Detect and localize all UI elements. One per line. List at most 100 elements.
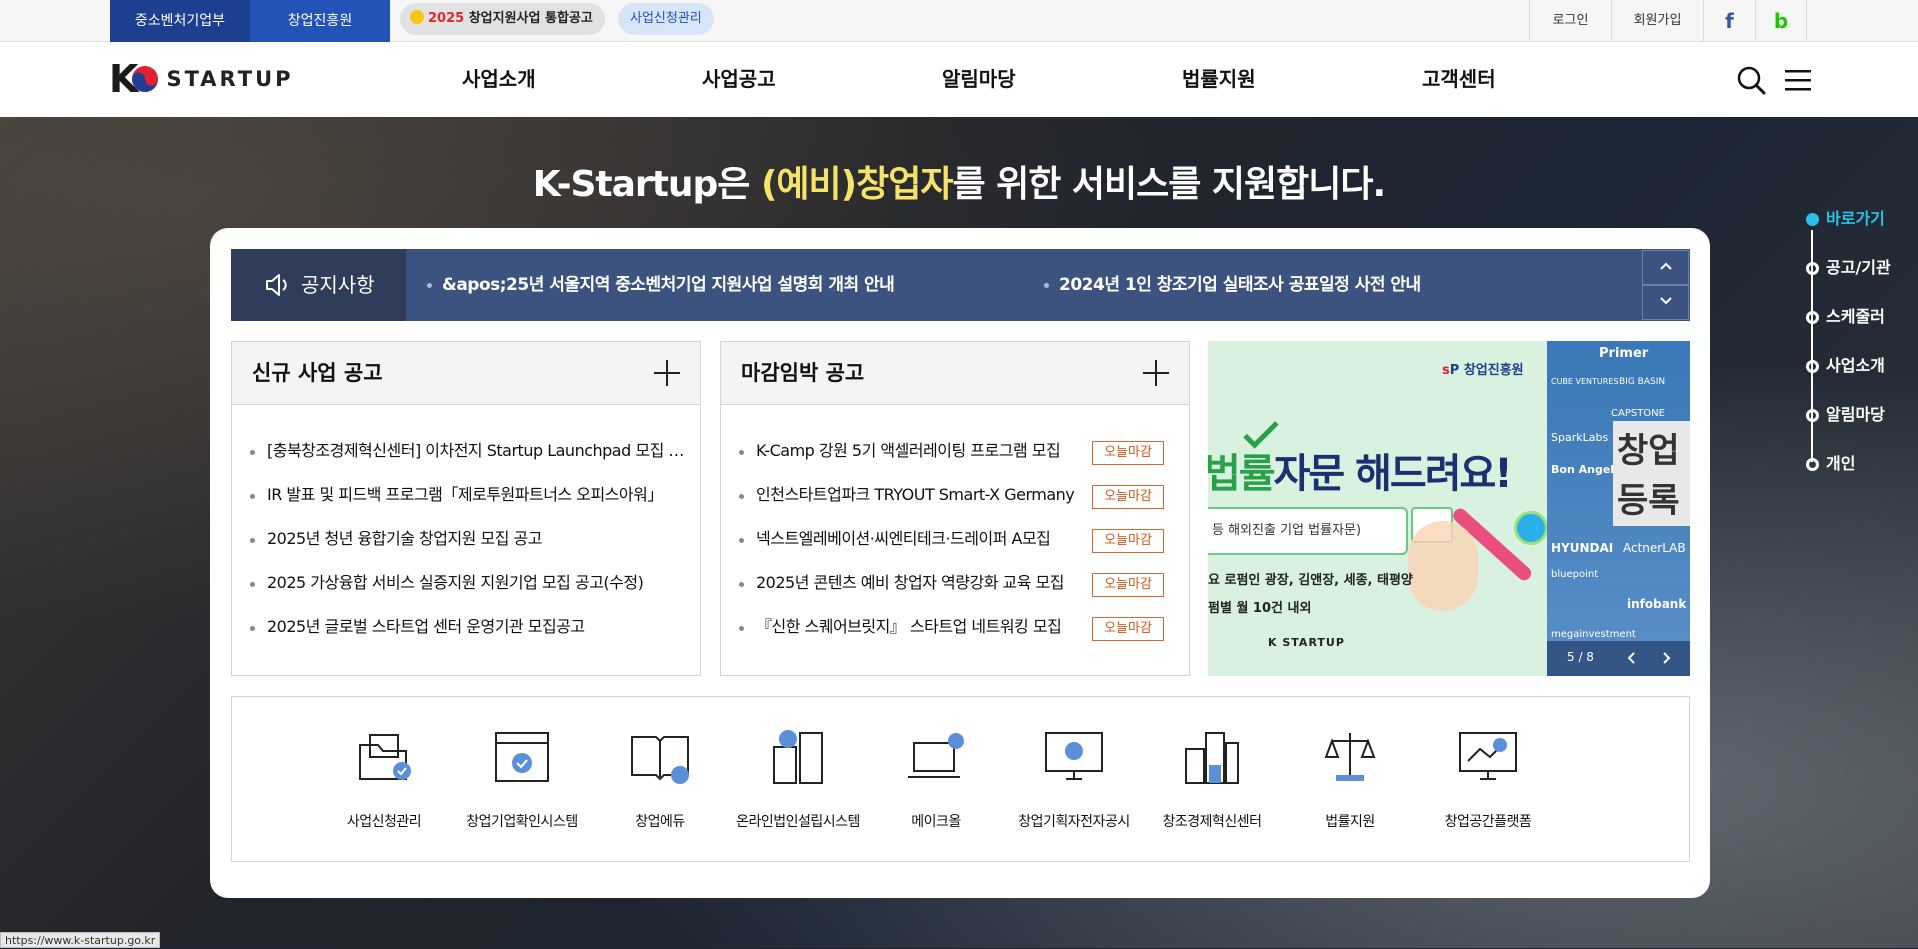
new-post-item[interactable]: 2025년 글로벌 스타트업 센터 운영기관 모집공고 xyxy=(267,605,687,649)
banner-sub: 등 해외진출 기업 법률자문) xyxy=(1212,523,1362,538)
mss-link[interactable]: 중소벤처기업부 xyxy=(110,0,250,42)
service-edu[interactable]: 창업에듀 xyxy=(590,727,730,837)
login-link[interactable]: 로그인 xyxy=(1529,0,1611,42)
partner-logo: Bon Angels xyxy=(1551,463,1621,476)
quick-label: 바로가기 xyxy=(1826,209,1885,228)
service-startup-confirm[interactable]: 창업기업확인시스템 xyxy=(452,727,592,837)
quick-notice-agency[interactable]: 공고/기관 xyxy=(1800,254,1891,282)
deadline-badge: 오늘마감 xyxy=(1092,529,1164,553)
notice-item[interactable]: 2024년 1인 창조기업 실태조사 공표일정 사전 안내 xyxy=(1059,249,1421,321)
banner-headline-b: 자문 해드려요! xyxy=(1273,451,1513,497)
service-planner-disclosure[interactable]: 창업기획자전자공시 xyxy=(1004,727,1144,837)
new-post-item[interactable]: IR 발표 및 피드백 프로그램「제로투원파트너스 오피스아워」 xyxy=(267,473,672,517)
service-apply-mgmt[interactable]: 사업신청관리 xyxy=(314,727,454,837)
service-online-corp[interactable]: 온라인법인설립시스템 xyxy=(728,727,868,837)
deadline-badge: 오늘마감 xyxy=(1092,617,1164,641)
notice-bar: 공지사항 &apos;25년 서울지역 중소벤처기업 지원사업 설명회 개최 안… xyxy=(231,249,1690,321)
menu-business-intro[interactable]: 사업소개 xyxy=(462,42,536,117)
quick-label: 알림마당 xyxy=(1826,405,1885,424)
partner-logo: BIG BASIN xyxy=(1619,377,1666,387)
kstartup-logo[interactable]: K STARTUP xyxy=(109,56,294,102)
monitor-map-icon xyxy=(1459,732,1517,780)
service-label: 법률지원 xyxy=(1325,814,1375,830)
bullet xyxy=(739,494,744,499)
menu-legal-support[interactable]: 법률지원 xyxy=(1182,42,1256,117)
deadline-post-item[interactable]: 2025년 콘텐츠 예비 창업자 역량강화 교육 모집 xyxy=(756,561,1084,605)
promo-banner[interactable]: sP 창업진흥원 법률자문 해드려요! 등 해외진출 기업 법률자문) 요 로펌… xyxy=(1208,341,1690,676)
logo-text: STARTUP xyxy=(166,67,294,91)
quick-personal[interactable]: 개인 xyxy=(1800,450,1855,478)
book-home-icon xyxy=(631,736,689,784)
hamburger-icon[interactable] xyxy=(1785,68,1811,92)
deadline-post-item[interactable]: 『신한 스퀘어브릿지』 스타트업 네트워킹 모집 xyxy=(756,605,1084,649)
new-posts-more-icon[interactable] xyxy=(654,360,680,386)
banner-prev-icon[interactable] xyxy=(1625,651,1639,665)
deadline-posts-title: 마감임박 공고 xyxy=(741,361,865,385)
quick-scheduler[interactable]: 스케줄러 xyxy=(1800,303,1885,331)
lightbulb-icon xyxy=(410,10,424,24)
quick-label: 공고/기관 xyxy=(1826,258,1891,277)
new-post-item[interactable]: [충북창조경제혁신센터] 이차전지 Startup Launchpad 모집 공… xyxy=(267,429,687,473)
window-check-icon xyxy=(495,732,549,782)
blog-icon[interactable]: b xyxy=(1755,0,1807,42)
banner-next-icon[interactable] xyxy=(1659,651,1673,665)
service-label: 창조경제혁신센터 xyxy=(1162,814,1262,830)
menu-business-notice[interactable]: 사업공고 xyxy=(702,42,776,117)
bullet xyxy=(739,582,744,587)
quick-dot-icon xyxy=(1806,262,1819,275)
quick-label: 사업소개 xyxy=(1826,356,1885,375)
quick-business-intro[interactable]: 사업소개 xyxy=(1800,352,1885,380)
utility-bar: 중소벤처기업부 창업진흥원 2025 창업지원사업 통합공고 사업신청관리 로그… xyxy=(0,0,1918,42)
deadline-posts-more-icon[interactable] xyxy=(1143,360,1169,386)
banner-counter: 5 / 8 xyxy=(1567,650,1594,664)
quick-dot-icon xyxy=(1806,458,1819,471)
promo-pill[interactable]: 2025 창업지원사업 통합공고 xyxy=(400,3,605,35)
quick-dot-icon xyxy=(1806,213,1819,226)
partner-logo: HYUNDAI xyxy=(1551,541,1614,555)
search-icon[interactable] xyxy=(1737,66,1767,96)
service-label: 창업공간플랫폼 xyxy=(1444,814,1532,830)
headline-post: 를 위한 서비스를 지원합니다. xyxy=(952,164,1386,205)
notice-item[interactable]: &apos;25년 서울지역 중소벤처기업 지원사업 설명회 개최 안내 xyxy=(442,249,895,321)
deadline-post-item[interactable]: 인천스타트업파크 TRYOUT Smart-X Germany xyxy=(756,473,1084,517)
chevron-up-icon xyxy=(1659,262,1672,270)
promo-year: 2025 xyxy=(428,11,465,26)
signup-link[interactable]: 회원가입 xyxy=(1611,0,1703,42)
quick-label: 스케줄러 xyxy=(1826,307,1885,326)
deadline-posts-box: 마감임박 공고 K-Camp 강원 5기 액셀러레이팅 프로그램 모집 오늘마감… xyxy=(720,341,1190,676)
banner-line1: 요 로펌인 광장, 김앤장, 세종, 태평양 xyxy=(1208,573,1413,588)
banner-globe-icon xyxy=(1514,511,1548,545)
notice-up-button[interactable] xyxy=(1642,250,1689,285)
partner-logo: SparkLabs xyxy=(1551,431,1609,444)
service-innovation-center[interactable]: 창조경제혁신센터 xyxy=(1142,727,1282,837)
service-makeall[interactable]: 메이크올 xyxy=(866,727,1006,837)
service-label: 온라인법인설립시스템 xyxy=(736,814,860,830)
quick-notifications[interactable]: 알림마당 xyxy=(1800,401,1885,429)
buildings-icon xyxy=(1185,732,1239,784)
service-legal[interactable]: 법률지원 xyxy=(1280,727,1420,837)
deadline-badge: 오늘마감 xyxy=(1092,485,1164,509)
new-post-item[interactable]: 2025 가상융합 서비스 실증지원 지원기업 모집 공고(수정) xyxy=(267,561,677,605)
deadline-post-item[interactable]: K-Camp 강원 5기 액셀러레이팅 프로그램 모집 xyxy=(756,429,1084,473)
kised-link[interactable]: 창업진흥원 xyxy=(250,0,390,42)
apply-mgmt-pill[interactable]: 사업신청관리 xyxy=(618,3,714,35)
bullet xyxy=(250,494,255,499)
menu-notifications[interactable]: 알림마당 xyxy=(942,42,1016,117)
notice-label: 공지사항 xyxy=(301,273,375,297)
banner-logo: K STARTUP xyxy=(1268,636,1345,649)
menu-customer-center[interactable]: 고객센터 xyxy=(1422,42,1496,117)
link-status-bar: https://www.k-startup.go.kr xyxy=(0,932,161,948)
banner-org-name: 창업진흥원 xyxy=(1463,363,1524,378)
scale-icon xyxy=(1324,733,1376,781)
speaker-icon xyxy=(266,274,287,296)
deadline-badge: 오늘마감 xyxy=(1092,441,1164,465)
deadline-post-item[interactable]: 넥스트엘레베이션·씨엔티테크·드레이퍼 A모집 xyxy=(756,517,1084,561)
bullet xyxy=(250,582,255,587)
service-label: 창업기업확인시스템 xyxy=(466,814,578,830)
notice-down-button[interactable] xyxy=(1642,285,1689,320)
new-post-item[interactable]: 2025년 청년 융합기술 창업지원 모집 공고 xyxy=(267,517,687,561)
service-space-platform[interactable]: 창업공간플랫폼 xyxy=(1418,727,1558,837)
facebook-icon[interactable]: f xyxy=(1703,0,1755,42)
quick-shortcut[interactable]: 바로가기 xyxy=(1800,205,1885,233)
bullet xyxy=(739,538,744,543)
